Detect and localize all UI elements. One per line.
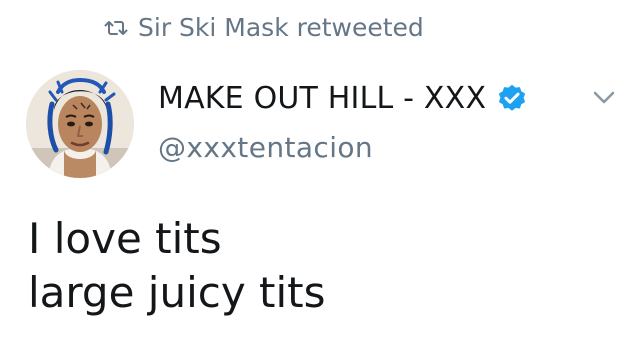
retweet-icon — [104, 21, 128, 35]
avatar-image — [26, 70, 134, 178]
tweet-line: I love tits — [28, 214, 222, 263]
tweet-line: large juicy tits — [28, 268, 326, 317]
chevron-down-icon[interactable] — [590, 86, 618, 110]
author-name-row[interactable]: MAKE OUT HILL - XXX — [158, 80, 528, 118]
retweet-indicator[interactable]: Sir Ski Mask retweeted — [104, 12, 424, 44]
author-display-name[interactable]: MAKE OUT HILL - XXX — [158, 80, 486, 118]
verified-badge-icon — [499, 84, 526, 111]
author-handle[interactable]: @xxxtentacion — [158, 130, 373, 166]
tweet-card: Sir Ski Mask retweeted MAKE OUT HILL - X… — [0, 0, 640, 340]
tweet-text: I love tits large juicy tits — [28, 212, 618, 320]
avatar[interactable] — [26, 70, 134, 178]
retweet-label: Sir Ski Mask retweeted — [138, 13, 424, 42]
